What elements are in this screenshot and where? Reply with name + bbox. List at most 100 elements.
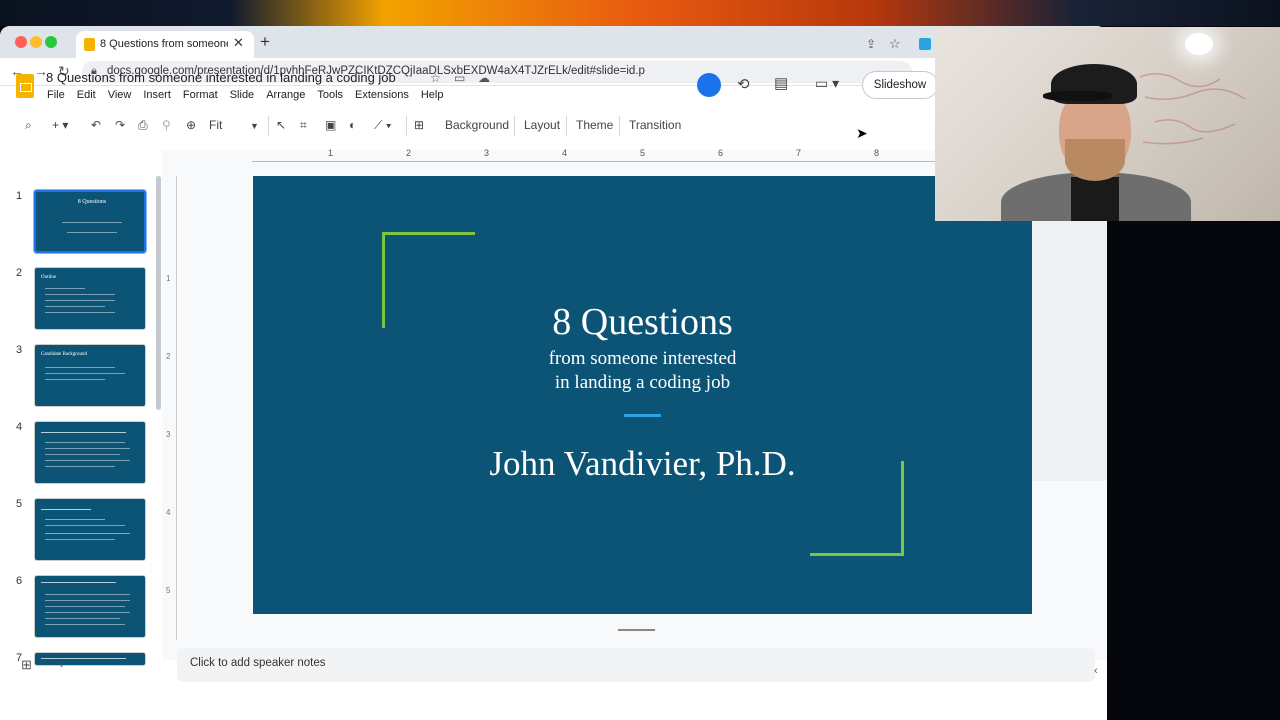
ruler-tick-label: 6 (718, 148, 724, 158)
theme-button[interactable]: Theme (576, 118, 613, 132)
search-menus-icon[interactable]: ⌕ (25, 118, 32, 133)
close-window-button[interactable] (15, 36, 27, 48)
slides-logo-icon[interactable] (16, 74, 34, 98)
cloud-status-icon[interactable]: ☁ (478, 71, 490, 85)
meet-video-icon[interactable]: ▭ ▾ (815, 75, 839, 92)
decor-bracket (810, 553, 904, 556)
slide-subtitle[interactable]: from someone interested (253, 348, 1032, 370)
speaker-notes[interactable]: Click to add speaker notes (177, 648, 1095, 682)
thumbnail-line (45, 306, 105, 307)
menu-arrange[interactable]: Arrange (266, 89, 305, 101)
comments-icon[interactable]: ▤ (774, 74, 788, 92)
close-icon[interactable]: ✕ (233, 35, 244, 51)
transition-button[interactable]: Transition (629, 118, 681, 132)
slide-thumbnail[interactable]: 8 Questions (34, 190, 146, 253)
print-icon[interactable]: ⎙ (138, 118, 148, 133)
webcam-light (1185, 33, 1213, 55)
slide-thumbnail[interactable]: Outline (34, 267, 146, 330)
horizontal-ruler[interactable]: 1 2 3 4 5 6 7 8 (252, 147, 935, 163)
decor-bracket (901, 461, 904, 556)
slide-thumbnail[interactable] (34, 421, 146, 484)
menu-edit[interactable]: Edit (77, 89, 96, 101)
line-icon[interactable]: ⟋ ▾ (374, 118, 392, 133)
ruler-baseline (252, 161, 935, 162)
bookmark-star-icon[interactable]: ☆ (889, 36, 901, 52)
speaker-notes-placeholder: Click to add speaker notes (190, 657, 326, 669)
vertical-ruler[interactable]: 1 2 3 4 5 (163, 176, 177, 640)
ruler-tick-label: 7 (796, 148, 802, 158)
slide-thumbnail[interactable] (34, 575, 146, 638)
crop-frame-icon[interactable]: ⌗ (300, 118, 307, 133)
browser-tab[interactable]: 8 Questions from someone inte ✕ (76, 31, 254, 58)
thumbnail-line (45, 294, 115, 295)
thumbnail-line (45, 466, 115, 467)
slide-author[interactable]: John Vandivier, Ph.D. (253, 444, 1032, 484)
menu-view[interactable]: View (108, 89, 132, 101)
notes-resize-handle[interactable] (618, 629, 655, 631)
divider (268, 116, 269, 136)
ruler-baseline (176, 176, 177, 640)
slides-favicon-icon (84, 38, 95, 51)
thumbnail-line (45, 300, 115, 301)
ruler-tick-label: 5 (166, 586, 171, 595)
document-title[interactable]: 8 Questions from someone interested in l… (46, 70, 396, 85)
new-slide-plus-icon[interactable]: + ▾ (52, 118, 68, 132)
new-tab-plus-icon[interactable]: + (260, 32, 270, 52)
slide-title[interactable]: 8 Questions (253, 300, 1032, 344)
undo-icon[interactable]: ↶ (91, 118, 101, 132)
extension-icon[interactable] (919, 38, 931, 50)
slide-thumbnail[interactable] (34, 498, 146, 561)
layout-button[interactable]: Layout (524, 118, 560, 132)
redo-icon[interactable]: ↷ (115, 118, 125, 132)
thumbnail-line (45, 624, 125, 625)
menu-file[interactable]: File (47, 89, 65, 101)
slide-subtitle[interactable]: in landing a coding job (253, 372, 1032, 394)
slide-number: 2 (16, 267, 23, 279)
thumbnail-title: Candidate Background (41, 352, 87, 357)
select-cursor-icon[interactable]: ↖ (276, 118, 286, 132)
thumbnail-line (41, 582, 116, 583)
grid-view-icon[interactable]: ⊞ (21, 657, 32, 673)
slideshow-button[interactable]: Slideshow (862, 71, 938, 99)
maximize-window-button[interactable] (45, 36, 57, 48)
desktop-wallpaper (0, 0, 1280, 26)
webcam-overlay (935, 27, 1280, 221)
thumbnail-line (45, 442, 125, 443)
paint-format-icon[interactable]: ⚲ (162, 118, 171, 132)
chevron-down-icon[interactable]: ▼ (250, 121, 259, 131)
thumbnail-line (62, 222, 122, 223)
version-history-icon[interactable]: ⟲ (737, 75, 750, 93)
filmstrip-scrollbar[interactable] (156, 176, 161, 410)
comment-add-icon[interactable]: ⊞ (414, 118, 424, 132)
decor-bracket (382, 232, 475, 235)
background-button[interactable]: Background (445, 118, 509, 132)
thumbnail-line (45, 312, 115, 313)
menu-tools[interactable]: Tools (317, 89, 343, 101)
menu-help[interactable]: Help (421, 89, 444, 101)
thumbnail-line (45, 367, 115, 368)
move-folder-icon[interactable]: ▭ (454, 71, 465, 85)
slide-thumbnail[interactable] (34, 652, 146, 666)
share-icon[interactable]: ⇪ (866, 37, 876, 51)
ruler-tick-label: 2 (166, 352, 171, 361)
menu-extensions[interactable]: Extensions (355, 89, 409, 101)
slide-divider (624, 414, 661, 417)
slide-thumbnail[interactable]: Candidate Background (34, 344, 146, 407)
menu-slide[interactable]: Slide (230, 89, 254, 101)
slide-canvas[interactable]: 8 Questions from someone interested in l… (253, 176, 1032, 614)
zoom-select[interactable]: Fit (209, 118, 222, 132)
shape-icon[interactable]: ◐ (349, 118, 356, 132)
zoom-icon[interactable]: ⊕ (186, 118, 196, 132)
side-panel-toggle-icon[interactable]: ‹ (1094, 665, 1098, 677)
slide-number: 5 (16, 498, 23, 510)
account-avatar-icon[interactable] (697, 73, 721, 97)
menu-insert[interactable]: Insert (143, 89, 171, 101)
slide-number: 3 (16, 344, 23, 356)
collapse-panel-icon[interactable]: ‹ (59, 656, 63, 671)
whiteboard-writing (1139, 73, 1246, 145)
menu-format[interactable]: Format (183, 89, 218, 101)
image-icon[interactable]: ▣ (325, 118, 336, 132)
minimize-window-button[interactable] (30, 36, 42, 48)
webcam-person (1043, 91, 1113, 101)
star-icon[interactable]: ☆ (430, 71, 441, 85)
